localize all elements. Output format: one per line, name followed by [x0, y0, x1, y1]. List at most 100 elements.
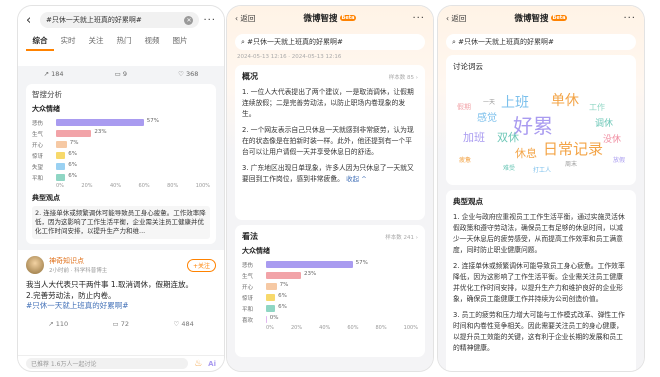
phone-smart-search: ‹ 返回 微博智搜 Beta ··· ⌕ #只休一天就上班真的好累啊# 2024-… [227, 6, 433, 371]
clear-icon[interactable]: ✕ [184, 15, 194, 25]
share-icon: ↗ [43, 70, 52, 78]
tab-realtime[interactable]: 实时 [54, 35, 82, 51]
tab-video[interactable]: 视频 [138, 35, 166, 51]
cloud-word[interactable]: 假期 [457, 104, 471, 111]
cloud-word[interactable]: 单休 [551, 94, 579, 108]
analysis-card[interactable]: 智搜分析 大众情绪 悲伤 57% 生气 23% 开心 7% 惊讶 6% 失望 6% 平和 6% 0% 2… [26, 84, 216, 244]
viewpoint-para-2: 2. 连接单休或频繁调休可能导致员工身心疲惫。工作效率降低，因为这影响了工作生活… [453, 262, 625, 303]
cloud-word[interactable]: 双休 [497, 132, 519, 143]
cloud-word[interactable]: 感觉 [477, 114, 497, 124]
avatar[interactable] [26, 256, 44, 274]
search-tabs: 综合 实时 关注 热门 视频 图片 [26, 35, 216, 51]
overview-para-3: 3. 广东地区出现日单现象，许多人因为只休息了一天就又要回到工作岗位，感到非常疲… [242, 163, 418, 185]
search-input[interactable]: #只休一天就上班真的好累啊# ✕ [40, 12, 200, 28]
axis-tick: 60% [347, 325, 359, 331]
share-count: 184 [51, 70, 64, 78]
comment-icon: ▭ [114, 70, 123, 78]
phone-word-cloud: ‹ 返回 微博智搜 Beta ··· ⌕ #只休一天就上班真的好累啊# 讨论词云 … [438, 6, 644, 371]
cloud-word[interactable]: 周末 [565, 162, 577, 168]
cloud-word[interactable]: 加班 [463, 132, 485, 143]
cloud-word[interactable]: 疲惫 [459, 158, 471, 164]
cloud-word[interactable]: 好累 [513, 116, 553, 136]
cloud-word[interactable]: 没休 [603, 136, 621, 145]
sentiment-row: 失望 6% [32, 161, 210, 172]
ai-icon[interactable]: Ai [208, 360, 216, 368]
page-title: 微博智搜 Beta [227, 12, 433, 24]
sentiment-value: 0% [269, 314, 279, 321]
bar-track: 7% [56, 139, 210, 149]
sentiment-bar [56, 173, 66, 181]
overview-samples[interactable]: 样本数 85 › [389, 73, 418, 81]
query-text: #只休一天就上班真的好累啊# [247, 38, 343, 46]
bar-track: 57% [266, 260, 418, 269]
cloud-title: 讨论词云 [453, 62, 483, 71]
like-count: 368 [186, 70, 199, 78]
viewpoint-para-3: 3. 员工的疲劳和压力增大可能与工作模式改革、弹性工作时间和内卷性竞争相关。因此… [453, 311, 625, 352]
bar-track: 23% [266, 271, 418, 280]
cloud-word[interactable]: 日常记录 [543, 142, 603, 157]
tab-following[interactable]: 关注 [82, 35, 110, 51]
cloud-word[interactable]: 放假 [613, 158, 625, 164]
tab-comprehensive[interactable]: 综合 [26, 35, 54, 51]
sentiment-row: 喜欢 0% [242, 314, 418, 325]
follow-button[interactable]: +关注 [186, 258, 216, 272]
back-icon[interactable]: ‹ [26, 13, 36, 28]
sentiment-value: 6% [68, 172, 77, 179]
query-text: #只休一天就上班真的好累啊# [458, 38, 554, 46]
sentiment-row: 平和 6% [32, 172, 210, 183]
more-icon[interactable]: ··· [203, 15, 216, 26]
bar-track: 6% [56, 172, 210, 182]
sentiment-value: 6% [68, 150, 77, 157]
collapse-button[interactable]: 收起 ^ [346, 175, 367, 183]
sentiment-chart: 悲伤 57% 生气 23% 开心 7% 惊讶 6% 平和 6% 喜欢 0% [242, 259, 418, 325]
post-hashtag[interactable]: #只休一天就上班真的好累啊# [26, 301, 216, 312]
sentiment-row: 惊讶 6% [242, 292, 418, 303]
like-stat[interactable]: ♡ 368 [178, 70, 198, 78]
cloud-word[interactable]: 休息 [515, 148, 537, 159]
axis-tick: 20% [81, 183, 93, 189]
sentiment-value: 7% [69, 139, 79, 146]
cloud-word[interactable]: 难受 [503, 166, 515, 172]
post-share[interactable]: ↗ 110 [48, 320, 68, 328]
search-header: ‹ #只休一天就上班真的好累啊# ✕ ··· 综合 实时 关注 热门 视频 图片 [18, 6, 224, 66]
weibo-post[interactable]: 神奇知识点 2小时前 · 科学科普博主 +关注 我当人大代表只干两件事 1.取消… [18, 250, 224, 362]
post-comment-count: 72 [120, 319, 130, 328]
share-stat[interactable]: ↗ 184 [44, 70, 64, 78]
overview-para-1: 1. 一位人大代表提出了两个建议，一是取消调休，让假期连续放假；二是完善劳动法，… [242, 88, 414, 118]
sentiment-label: 惊讶 [242, 295, 254, 302]
post-like[interactable]: ♡ 484 [173, 320, 193, 328]
sentiment-bar [266, 271, 301, 279]
cloud-word[interactable]: 上班 [501, 96, 529, 110]
query-box[interactable]: ⌕ #只休一天就上班真的好累啊# [446, 34, 636, 50]
sentiment-bar [266, 293, 276, 301]
cloud-word[interactable]: 调休 [595, 120, 613, 129]
sentiment-bar [266, 315, 267, 323]
cloud-word[interactable]: 工作 [589, 104, 605, 112]
sentiment-bar [266, 282, 277, 290]
post-line-2: 2.完善劳动法，防止内卷。 [26, 290, 116, 300]
overview-title: 概况 [242, 72, 258, 81]
axis-tick: 0% [266, 325, 274, 331]
query-box[interactable]: ⌕ #只休一天就上班真的好累啊# [235, 34, 425, 50]
fire-icon[interactable]: ♨ [194, 359, 202, 369]
cloud-word[interactable]: 打工人 [533, 168, 551, 174]
comment-stat[interactable]: ▭ 9 [115, 70, 127, 78]
title-text: 微博智搜 [514, 14, 549, 24]
sentiment-value: 6% [278, 292, 287, 299]
bottom-bar: 已推荐 1.6万人一起讨论 ♨ Ai [18, 355, 224, 371]
view-samples[interactable]: 样本数 241 › [385, 233, 418, 241]
axis-tick: 100% [403, 325, 418, 331]
tab-pictures[interactable]: 图片 [166, 35, 194, 51]
viewpoint-title: 典型观点 [453, 197, 483, 206]
cloud-word[interactable]: 一天 [483, 100, 495, 106]
axis-tick: 80% [167, 183, 179, 189]
overview-para-2: 2. 一个网友表示自己只休息一天就感到非常疲劳，认为现在的状态像是在拍新时装一样… [242, 126, 414, 156]
sentiment-label: 开心 [242, 284, 254, 291]
bar-track: 6% [266, 304, 418, 313]
sentiment-bar [56, 151, 66, 159]
beta-badge: Beta [339, 15, 357, 21]
comment-input[interactable]: 已推荐 1.6万人一起讨论 [26, 358, 189, 369]
post-comment[interactable]: ▭ 72 [113, 320, 130, 328]
tab-hot[interactable]: 热门 [110, 35, 138, 51]
post-author[interactable]: 神奇知识点 [49, 256, 107, 266]
